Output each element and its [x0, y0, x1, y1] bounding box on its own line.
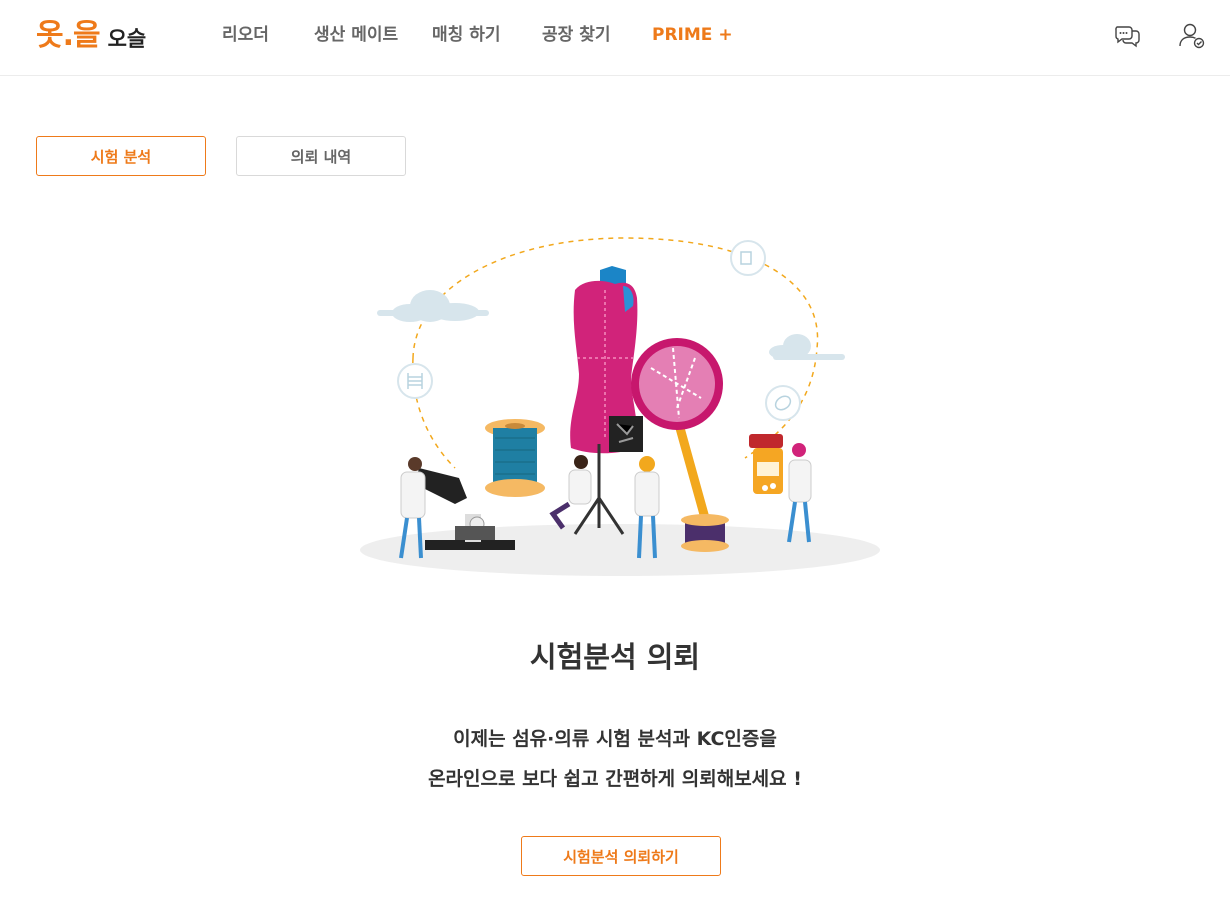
nav-item-production-mate[interactable]: 생산 메이트 — [314, 24, 398, 46]
scientist-right — [787, 443, 812, 543]
logo-text: 오슬 — [107, 27, 147, 51]
request-analysis-button[interactable]: 시험분석 의뢰하기 — [521, 836, 721, 876]
nav-item-prime[interactable]: PRIME + — [652, 24, 733, 46]
logo-mark: 옷.을 — [36, 18, 101, 53]
page-title: 시험분석 의뢰 — [529, 640, 701, 674]
small-spool — [681, 514, 729, 552]
thread-spool — [485, 419, 545, 497]
cloud-right — [769, 334, 845, 360]
pill-bottle — [749, 434, 783, 494]
logo[interactable]: 옷.을 오슬 — [36, 14, 146, 54]
nav-item-reorder[interactable]: 리오더 — [222, 24, 269, 46]
nav-item-matching[interactable]: 매칭 하기 — [432, 24, 500, 46]
chat-icon[interactable] — [1112, 20, 1142, 50]
textile-testing-illustration — [360, 237, 880, 576]
tab-test-analysis[interactable]: 시험 분석 — [36, 136, 206, 176]
top-header: 옷.을 오슬 리오더 생산 메이트 매칭 하기 공장 찾기 PRIME + — [0, 0, 1230, 76]
description-line-1: 이제는 섬유·의류 시험 분석과 KC인증을 — [453, 728, 777, 750]
tab-request-history[interactable]: 의뢰 내역 — [236, 136, 406, 176]
cloud-left — [377, 290, 489, 322]
nav-item-find-factory[interactable]: 공장 찾기 — [542, 24, 610, 46]
description-line-2: 온라인으로 보다 쉽고 간편하게 의뢰해보세요 ! — [428, 768, 802, 790]
user-check-icon[interactable] — [1176, 20, 1206, 50]
